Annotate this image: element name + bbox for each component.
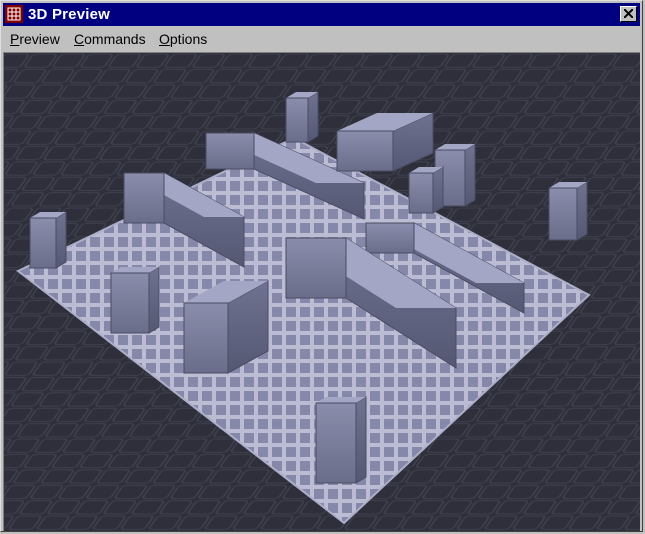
- menu-bar: Preview Commands Options: [3, 28, 640, 50]
- maze-wall-block: [285, 91, 319, 143]
- wall-front-face: [336, 130, 394, 172]
- close-button[interactable]: [620, 6, 637, 22]
- maze-scene[interactable]: [4, 53, 640, 531]
- wall-side-face: [464, 143, 476, 207]
- title-bar[interactable]: 3D Preview: [3, 3, 640, 26]
- wall-side-face: [432, 166, 444, 214]
- wall-front-face: [29, 217, 57, 269]
- wall-front-face: [315, 402, 357, 484]
- wall-side-face: [576, 181, 588, 241]
- maze-wall-block: [110, 266, 160, 334]
- wall-front-face: [548, 187, 578, 241]
- wall-side-face: [307, 91, 319, 143]
- menu-options[interactable]: Options: [159, 31, 207, 47]
- wall-front-face: [285, 97, 309, 143]
- maze-wall-block: [408, 166, 444, 214]
- maze-wall-block: [29, 211, 67, 269]
- wall-front-face: [365, 222, 415, 254]
- wall-front-face: [123, 172, 165, 224]
- 3d-viewport[interactable]: [3, 52, 640, 531]
- menu-preview[interactable]: Preview: [10, 31, 60, 47]
- preview-window: 3D Preview Preview Commands Options: [0, 0, 643, 532]
- window-title: 3D Preview: [28, 6, 111, 23]
- maze-wall-block: [548, 181, 588, 241]
- wall-front-face: [408, 172, 434, 214]
- wall-side-face: [148, 266, 160, 334]
- wall-front-face: [110, 272, 150, 334]
- app-grid-icon: [5, 5, 23, 23]
- maze-wall-block: [315, 396, 367, 484]
- close-icon: [624, 9, 633, 18]
- wall-front-face: [183, 302, 229, 374]
- wall-side-face: [355, 396, 367, 484]
- wall-front-face: [285, 237, 347, 299]
- wall-front-face: [205, 132, 255, 170]
- wall-side-face: [55, 211, 67, 269]
- menu-commands[interactable]: Commands: [74, 31, 146, 47]
